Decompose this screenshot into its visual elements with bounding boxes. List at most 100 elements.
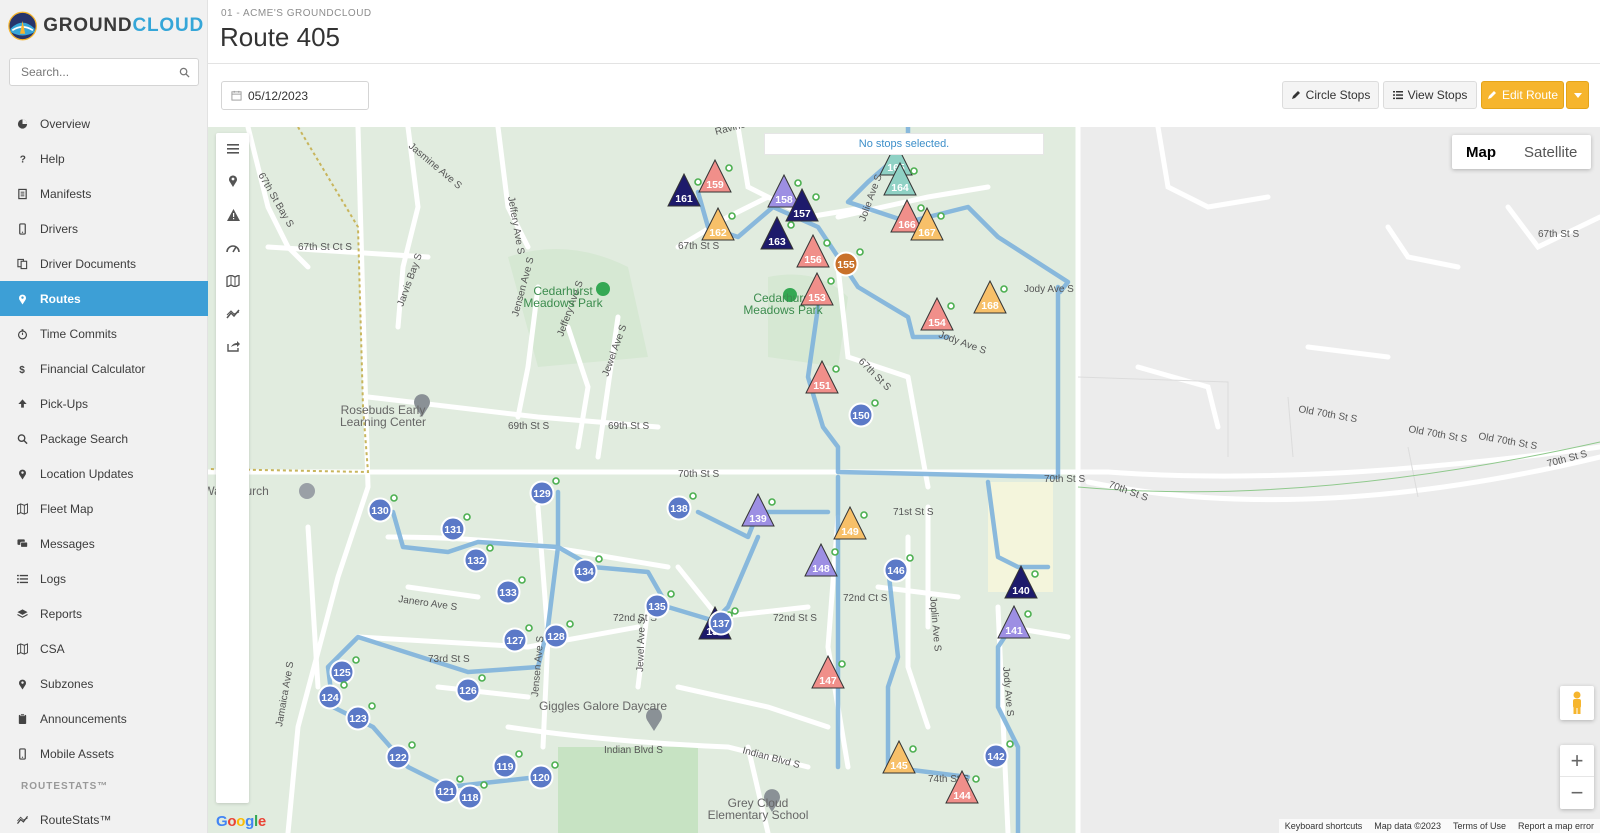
street-label: 72nd St S: [773, 613, 817, 624]
map-pin-icon: [17, 293, 28, 304]
stop-anchor-dot: [860, 511, 868, 519]
stop-number: 123: [349, 713, 367, 725]
sidebar-item-package-search[interactable]: Package Search: [0, 421, 208, 456]
stop-anchor-dot: [340, 681, 348, 689]
sidebar-item-fleet-map[interactable]: Fleet Map: [0, 491, 208, 526]
circle-stops-button[interactable]: Circle Stops: [1282, 81, 1379, 109]
stop-anchor-dot: [812, 193, 820, 201]
sidebar-item-time-commits[interactable]: Time Commits: [0, 316, 208, 351]
sidebar-item-overview[interactable]: Overview: [0, 106, 208, 141]
stop-anchor-dot: [352, 656, 360, 664]
route-map[interactable]: Ravine PkwyJasmine Ave S67th St Bay S67t…: [208, 127, 1600, 833]
google-logo[interactable]: Google: [216, 813, 266, 830]
attribution-link[interactable]: Terms of Use: [1447, 821, 1512, 831]
stop-anchor-dot: [408, 741, 416, 749]
question-icon: ?: [17, 153, 28, 164]
zoom-out-button[interactable]: −: [1560, 777, 1594, 809]
layers-icon: [17, 608, 28, 619]
search-icon[interactable]: [179, 67, 190, 78]
sidebar-item-reports[interactable]: Reports: [0, 596, 208, 631]
sidebar-item-label: Announcements: [40, 711, 127, 726]
sidebar-item-label: Routes: [40, 291, 81, 306]
open-area: [1078, 127, 1600, 833]
sidebar-nav: Overview? Help Manifests Drivers Driver Docu…: [0, 106, 208, 833]
stop-anchor-dot: [838, 660, 846, 668]
sidebar-item-subzones[interactable]: Subzones: [0, 666, 208, 701]
sidebar-item-label: Help: [40, 151, 65, 166]
brand-logo[interactable]: GROUNDCLOUD: [8, 6, 204, 46]
date-picker[interactable]: 05/12/2023: [221, 81, 369, 110]
warning-icon[interactable]: [223, 205, 243, 225]
map-canvas[interactable]: Ravine PkwyJasmine Ave S67th St Bay S67t…: [208, 127, 1600, 833]
sidebar-item-pick-ups[interactable]: Pick-Ups: [0, 386, 208, 421]
brand-name: GROUNDCLOUD: [43, 15, 204, 36]
map-icon: [17, 502, 28, 515]
stop-number: 146: [887, 565, 905, 577]
sidebar-item-mobile-assets[interactable]: Mobile Assets: [0, 736, 208, 771]
stop-number: 145: [890, 760, 908, 772]
zoom-in-button[interactable]: +: [1560, 745, 1594, 777]
place-label: Giggles Galore Daycare: [539, 699, 667, 713]
sidebar-item-label: Mobile Assets: [40, 746, 115, 761]
stop-number: 128: [547, 631, 565, 643]
stop-number: 121: [437, 786, 455, 798]
sidebar-item-announcements[interactable]: Announcements: [0, 701, 208, 736]
stop-anchor-dot: [551, 761, 559, 769]
map-pin-icon: [17, 468, 28, 479]
attribution-link[interactable]: Keyboard shortcuts: [1279, 821, 1369, 831]
sidebar-item-label: Location Updates: [40, 466, 134, 481]
search-box[interactable]: [9, 58, 199, 86]
stop-number: 158: [775, 194, 793, 206]
attribution-link[interactable]: Report a map error: [1512, 821, 1600, 831]
sidebar-item-label: Messages: [40, 536, 95, 551]
stop-number: 124: [321, 692, 339, 704]
attribution-link[interactable]: Map data ©2023: [1368, 821, 1447, 831]
map-tools-panel: [216, 133, 249, 803]
search-input[interactable]: [10, 59, 198, 85]
speedometer-icon[interactable]: [223, 238, 243, 258]
zoom-control: + −: [1560, 745, 1594, 809]
sidebar-item-location-updates[interactable]: Location Updates: [0, 456, 208, 491]
sidebar-item-label: Time Commits: [40, 326, 117, 341]
stop-number: 139: [749, 513, 767, 525]
sidebar-item-messages[interactable]: Messages: [0, 526, 208, 561]
list-icon: [17, 573, 28, 584]
sidebar-item-routes[interactable]: Routes: [0, 281, 208, 316]
sidebar-item-drivers[interactable]: Drivers: [0, 211, 208, 246]
stop-anchor-dot: [667, 590, 675, 598]
chart-line-icon[interactable]: [223, 304, 243, 324]
map-icon[interactable]: [223, 271, 243, 291]
menu-icon[interactable]: [223, 139, 243, 159]
stop-anchor-dot: [910, 167, 918, 175]
sidebar-item-manifests[interactable]: Manifests: [0, 176, 208, 211]
sidebar-section-heading: ROUTESTATS™: [21, 781, 109, 792]
edit-route-button[interactable]: Edit Route: [1481, 81, 1564, 109]
breadcrumb[interactable]: 01 - ACME'S GROUNDCLOUD: [221, 8, 372, 19]
map-attribution: Keyboard shortcuts Map data ©2023 Terms of…: [1278, 819, 1600, 833]
place-marker[interactable]: CedarhurstMeadows Park: [523, 282, 610, 310]
sidebar-item-logs[interactable]: Logs: [0, 561, 208, 596]
map-pin-icon[interactable]: [223, 171, 243, 191]
stop-anchor-dot: [1031, 570, 1039, 578]
street-view-pegman-icon[interactable]: [1560, 686, 1594, 720]
sidebar-item-csa[interactable]: CSA: [0, 631, 208, 666]
view-stops-button[interactable]: View Stops: [1383, 81, 1477, 109]
sidebar-item-label: Reports: [40, 606, 83, 621]
share-icon[interactable]: [223, 336, 243, 356]
stop-anchor-dot: [480, 781, 488, 789]
sidebar-item-routestats[interactable]: RouteStats™: [0, 802, 208, 833]
stopwatch-icon: [17, 328, 28, 339]
sidebar-item-label: Pick-Ups: [40, 396, 89, 411]
sidebar-item-financial-calculator[interactable]: $ Financial Calculator: [0, 351, 208, 386]
edit-route-dropdown-button[interactable]: [1566, 81, 1589, 109]
map-type-map-button[interactable]: Map: [1452, 135, 1510, 169]
circle-stops-label: Circle Stops: [1305, 88, 1371, 102]
park-tree-icon: [596, 282, 610, 296]
map-type-satellite-button[interactable]: Satellite: [1510, 135, 1591, 169]
sidebar-item-label: Package Search: [40, 431, 129, 446]
sidebar-item-help[interactable]: ? Help: [0, 141, 208, 176]
sidebar-item-driver-documents[interactable]: Driver Documents: [0, 246, 208, 281]
stop-number: 140: [1012, 585, 1030, 597]
chart-icon: [17, 814, 28, 825]
stop-number: 159: [706, 179, 724, 191]
